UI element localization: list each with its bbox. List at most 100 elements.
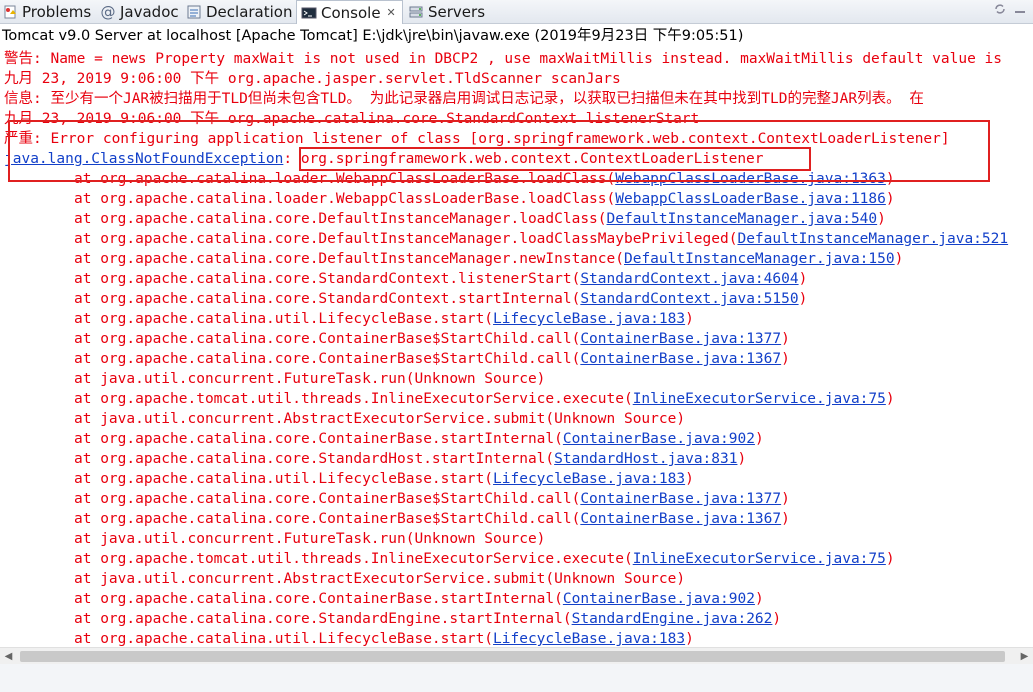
horizontal-scrollbar[interactable]: ◀ ▶ bbox=[0, 647, 1033, 665]
stack-frame-line: at org.apache.catalina.loader.WebappClas… bbox=[4, 189, 895, 209]
stack-frame-line: at org.apache.catalina.core.ContainerBas… bbox=[4, 349, 790, 369]
stack-frame-line: at java.util.concurrent.AbstractExecutor… bbox=[4, 409, 685, 429]
source-link[interactable]: LifecycleBase.java:183 bbox=[493, 311, 685, 327]
source-link[interactable]: ContainerBase.java:902 bbox=[563, 431, 755, 447]
tab-declaration[interactable]: Declaration bbox=[186, 0, 292, 23]
stack-frame-text: at org.apache.catalina.core.ContainerBas… bbox=[74, 351, 581, 367]
stack-frame-line: at org.apache.catalina.core.StandardCont… bbox=[4, 289, 807, 309]
source-link[interactable]: StandardContext.java:5150 bbox=[580, 291, 798, 307]
tab-console[interactable]: Console ✕ bbox=[296, 0, 403, 24]
stack-frame-text: at org.apache.catalina.util.LifecycleBas… bbox=[74, 471, 494, 487]
stack-frame-end: ) bbox=[894, 251, 904, 267]
stack-frame-end: ) bbox=[772, 611, 782, 627]
stack-frame-text: at org.apache.catalina.core.ContainerBas… bbox=[74, 591, 563, 607]
source-link[interactable]: StandardContext.java:4604 bbox=[580, 271, 798, 287]
stack-frame-line: at org.apache.catalina.core.DefaultInsta… bbox=[4, 229, 1008, 249]
stack-frame-text: at org.apache.catalina.core.DefaultInsta… bbox=[74, 231, 738, 247]
console-output[interactable]: 警告: Name = news Property maxWait is not … bbox=[0, 47, 1033, 647]
source-link[interactable]: DefaultInstanceManager.java:521 bbox=[737, 231, 1008, 247]
stack-frame-text: at org.apache.tomcat.util.threads.Inline… bbox=[74, 551, 633, 567]
stack-frame-text: at org.apache.catalina.core.StandardHost… bbox=[74, 451, 555, 467]
stack-frame-text: at org.apache.catalina.util.LifecycleBas… bbox=[74, 311, 494, 327]
stack-frame-text: at org.apache.catalina.core.DefaultInsta… bbox=[74, 251, 624, 267]
minimize-icon[interactable] bbox=[1013, 2, 1027, 16]
stack-frame-line: at org.apache.catalina.core.StandardCont… bbox=[4, 269, 807, 289]
tab-javadoc[interactable]: @ Javadoc bbox=[100, 0, 179, 23]
stack-frame-text: at org.apache.tomcat.util.threads.Inline… bbox=[74, 391, 633, 407]
console-icon bbox=[301, 7, 317, 18]
stack-frame-end: ) bbox=[737, 451, 747, 467]
stack-frame-text: at org.apache.catalina.core.StandardEngi… bbox=[74, 611, 572, 627]
tab-label: Problems bbox=[22, 2, 92, 21]
scroll-right-icon[interactable]: ▶ bbox=[1016, 648, 1033, 665]
source-link[interactable]: ContainerBase.java:1367 bbox=[580, 511, 781, 527]
source-link[interactable]: ContainerBase.java:1367 bbox=[580, 351, 781, 367]
stack-frame-line: at org.apache.catalina.core.StandardHost… bbox=[4, 449, 746, 469]
source-link[interactable]: InlineExecutorService.java:75 bbox=[633, 391, 886, 407]
source-link[interactable]: LifecycleBase.java:183 bbox=[493, 631, 685, 647]
stack-frame-end: ) bbox=[781, 511, 790, 527]
stack-frame-end: ) bbox=[754, 431, 764, 447]
stack-frame-end: ) bbox=[877, 211, 886, 227]
stack-frame-text: at java.util.concurrent.AbstractExecutor… bbox=[74, 571, 686, 587]
exception-highlight-box bbox=[299, 147, 811, 171]
stack-frame-end: ) bbox=[798, 291, 808, 307]
stack-frame-line: at org.apache.catalina.util.LifecycleBas… bbox=[4, 469, 694, 489]
stack-frame-line: at java.util.concurrent.FutureTask.run(U… bbox=[4, 369, 545, 389]
sync-icon[interactable] bbox=[993, 2, 1007, 16]
stack-frame-end: ) bbox=[885, 191, 895, 207]
stack-frame-text: at org.apache.catalina.core.ContainerBas… bbox=[74, 431, 563, 447]
tab-label: Console bbox=[321, 3, 381, 22]
scrollbar-thumb[interactable] bbox=[20, 651, 1005, 662]
tab-label: Declaration bbox=[206, 2, 293, 21]
source-link[interactable]: DefaultInstanceManager.java:540 bbox=[607, 211, 878, 227]
console-line: 警告: Name = news Property maxWait is not … bbox=[4, 51, 1003, 67]
stack-frame-text: at java.util.concurrent.AbstractExecutor… bbox=[74, 411, 686, 427]
stack-frame-line: at java.util.concurrent.FutureTask.run(U… bbox=[4, 529, 545, 549]
source-link[interactable]: ContainerBase.java:1377 bbox=[580, 331, 781, 347]
stack-frame-text: at java.util.concurrent.FutureTask.run(U… bbox=[74, 531, 546, 547]
stack-frame-end: ) bbox=[685, 631, 694, 647]
source-link[interactable]: InlineExecutorService.java:75 bbox=[633, 551, 886, 567]
stack-frame-end: ) bbox=[754, 591, 764, 607]
console-line: 九月 23, 2019 9:06:00 下午 org.apache.jasper… bbox=[4, 71, 621, 87]
stack-frame-end: ) bbox=[685, 471, 694, 487]
stack-frame-line: at org.apache.catalina.core.ContainerBas… bbox=[4, 429, 764, 449]
stack-frame-line: at org.apache.tomcat.util.threads.Inline… bbox=[4, 549, 895, 569]
source-link[interactable]: ContainerBase.java:902 bbox=[563, 591, 755, 607]
source-link[interactable]: LifecycleBase.java:183 bbox=[493, 471, 685, 487]
tab-problems[interactable]: Problems bbox=[2, 0, 91, 23]
problems-icon bbox=[4, 5, 16, 18]
declaration-icon bbox=[187, 5, 201, 18]
stack-frame-text: at org.apache.catalina.core.ContainerBas… bbox=[74, 491, 581, 507]
stack-frame-text: at org.apache.catalina.core.ContainerBas… bbox=[74, 331, 581, 347]
stack-frame-line: at org.apache.catalina.core.StandardEngi… bbox=[4, 609, 781, 629]
source-link[interactable]: StandardEngine.java:262 bbox=[572, 611, 773, 627]
stack-frame-line: at org.apache.catalina.util.LifecycleBas… bbox=[4, 309, 694, 329]
stack-frame-text: at org.apache.catalina.core.StandardCont… bbox=[74, 271, 581, 287]
stack-frame-line: at org.apache.catalina.core.ContainerBas… bbox=[4, 489, 790, 509]
tab-label: Servers bbox=[428, 2, 486, 21]
source-link[interactable]: ContainerBase.java:1377 bbox=[580, 491, 781, 507]
stack-frame-end: ) bbox=[885, 551, 895, 567]
source-link[interactable]: WebappClassLoaderBase.java:1186 bbox=[615, 191, 886, 207]
status-strip bbox=[0, 664, 1033, 692]
source-link[interactable]: StandardHost.java:831 bbox=[554, 451, 737, 467]
stack-frame-text: at java.util.concurrent.FutureTask.run(U… bbox=[74, 371, 546, 387]
tab-servers[interactable]: Servers bbox=[408, 0, 485, 23]
stack-frame-end: ) bbox=[885, 391, 895, 407]
stack-frame-text: at org.apache.catalina.util.LifecycleBas… bbox=[74, 631, 494, 647]
stack-frame-end: ) bbox=[781, 351, 790, 367]
stack-frame-end: ) bbox=[685, 311, 694, 327]
source-link[interactable]: DefaultInstanceManager.java:150 bbox=[624, 251, 895, 267]
stack-frame-text: at org.apache.catalina.core.StandardCont… bbox=[74, 291, 581, 307]
view-toolbar bbox=[993, 2, 1027, 16]
console-line: 信息: 至少有一个JAR被扫描用于TLD但尚未包含TLD。 为此记录器启用调试日… bbox=[4, 91, 924, 107]
process-label: Tomcat v9.0 Server at localhost [Apache … bbox=[2, 28, 744, 44]
stack-frame-line: at org.apache.catalina.core.ContainerBas… bbox=[4, 329, 790, 349]
scroll-left-icon[interactable]: ◀ bbox=[0, 648, 17, 665]
close-icon[interactable]: ✕ bbox=[387, 6, 396, 19]
tab-label: Javadoc bbox=[120, 2, 179, 21]
stack-frame-line: at org.apache.tomcat.util.threads.Inline… bbox=[4, 389, 895, 409]
stack-frame-end: ) bbox=[781, 331, 790, 347]
